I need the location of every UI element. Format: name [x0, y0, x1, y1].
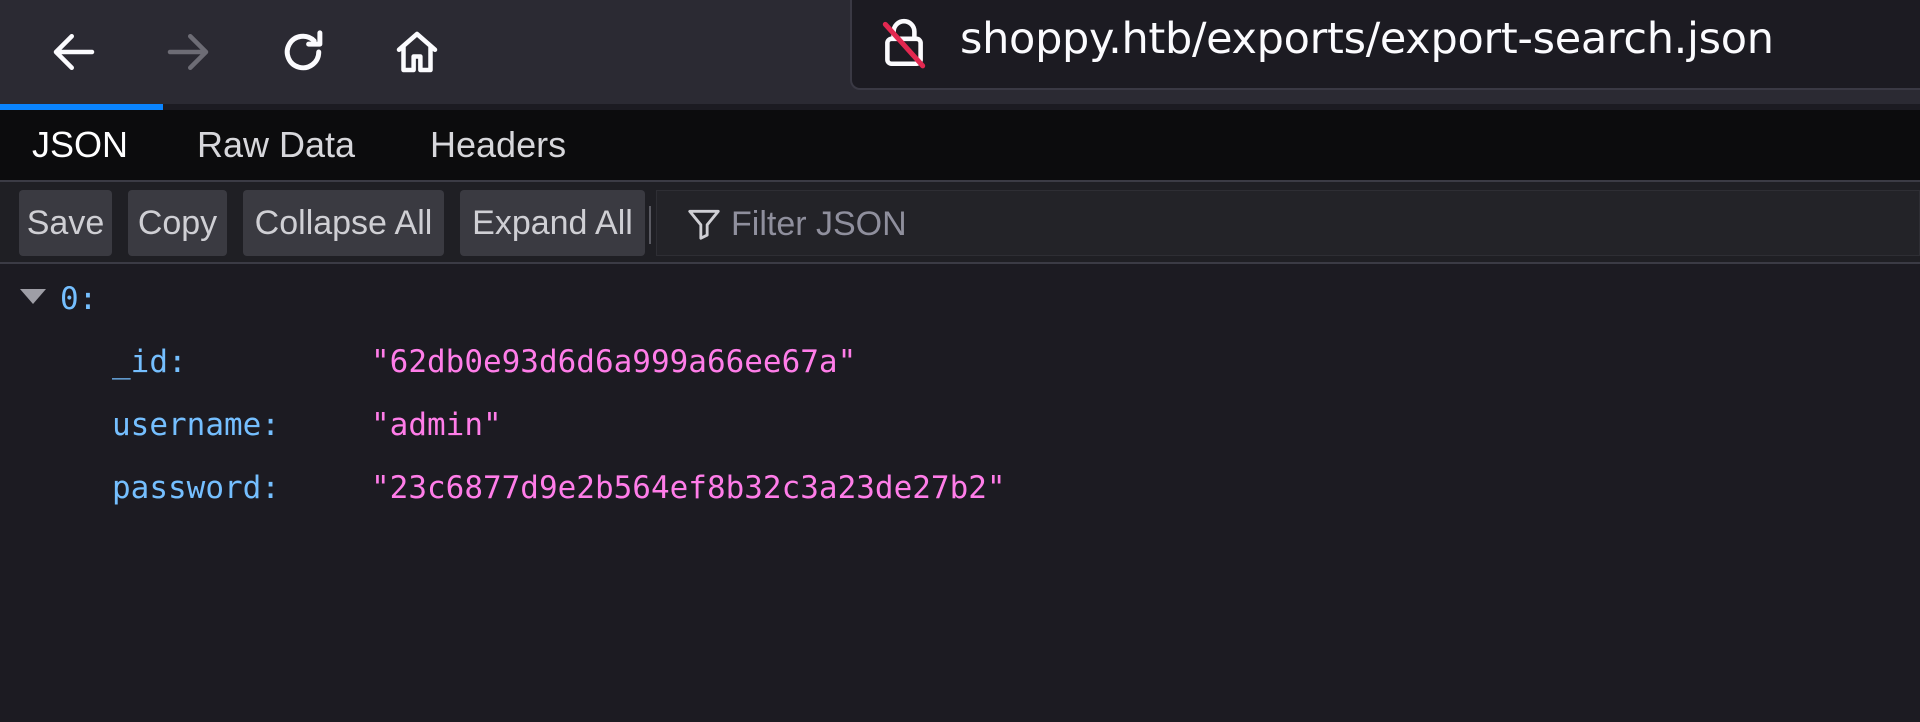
filter-box[interactable] — [656, 190, 1920, 256]
json-value: "admin" — [371, 407, 502, 443]
json-key: username: — [112, 407, 280, 443]
reload-button[interactable] — [267, 16, 339, 88]
expand-all-button[interactable]: Expand All — [460, 190, 645, 256]
expand-toggle-icon[interactable] — [20, 289, 46, 304]
json-viewer-tabs: JSON Raw Data Headers — [0, 110, 1920, 182]
navigation-toolbar: shoppy.htb/exports/export-search.json — [0, 0, 1920, 104]
json-toolbar: Save Copy Collapse All Expand All — [0, 182, 1920, 264]
insecure-lock-icon[interactable] — [878, 16, 930, 70]
tab-headers[interactable]: Headers — [430, 124, 566, 166]
copy-button[interactable]: Copy — [128, 190, 227, 256]
json-root-key[interactable]: 0: — [60, 281, 97, 317]
home-icon — [396, 31, 438, 73]
back-arrow-icon — [53, 34, 95, 70]
json-value: "62db0e93d6d6a999a66ee67a" — [371, 344, 857, 380]
toolbar-separator — [649, 206, 651, 244]
back-button[interactable] — [38, 16, 110, 88]
reload-icon — [284, 30, 323, 71]
home-button[interactable] — [381, 16, 453, 88]
forward-button[interactable] — [152, 16, 224, 88]
tab-json[interactable]: JSON — [32, 124, 128, 166]
address-bar[interactable]: shoppy.htb/exports/export-search.json — [850, 0, 1920, 90]
json-tree: 0: _id: "62db0e93d6d6a999a66ee67a" usern… — [0, 264, 1920, 722]
json-key: password: — [112, 470, 280, 506]
save-button[interactable]: Save — [19, 190, 112, 256]
collapse-all-button[interactable]: Collapse All — [243, 190, 444, 256]
filter-json-input[interactable] — [729, 199, 1533, 249]
json-key: _id: — [112, 344, 187, 380]
filter-icon — [688, 209, 720, 240]
json-value: "23c6877d9e2b564ef8b32c3a23de27b2" — [371, 470, 1006, 506]
tab-raw-data[interactable]: Raw Data — [197, 124, 355, 166]
forward-arrow-icon — [167, 34, 209, 70]
url-text[interactable]: shoppy.htb/exports/export-search.json — [960, 14, 1774, 64]
